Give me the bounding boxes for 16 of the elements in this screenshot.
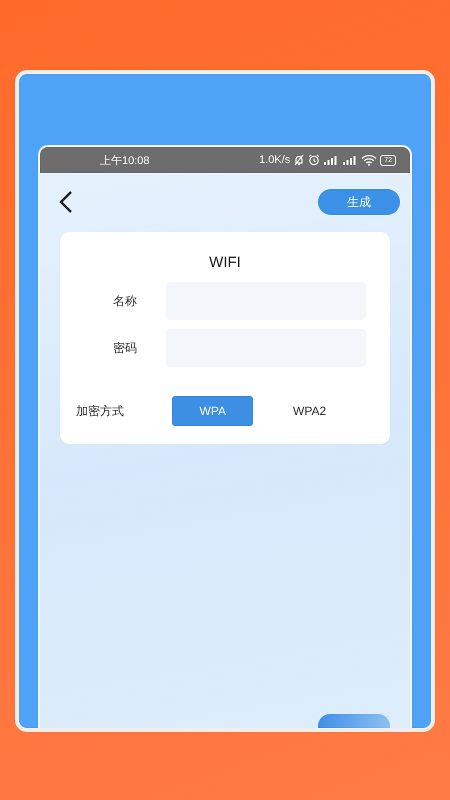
- signal-icon: [342, 154, 358, 166]
- encryption-option[interactable]: WPA2: [269, 396, 350, 426]
- wifi-icon: [361, 154, 378, 166]
- back-icon[interactable]: [58, 190, 74, 214]
- field-label: 名称: [112, 292, 138, 310]
- field-label: 密码: [112, 340, 138, 356]
- button[interactable]: [318, 714, 390, 728]
- signal-icon: [323, 154, 340, 166]
- encryption-label: 加密方式: [76, 402, 125, 420]
- bell-off-icon: [293, 154, 306, 166]
- generate-button[interactable]: 生成: [318, 189, 400, 215]
- network-speed: 1.0K/s: [259, 154, 290, 166]
- status-time: 上午10:08: [100, 154, 150, 168]
- alarm-icon: [308, 154, 320, 166]
- encryption-option[interactable]: WPA: [172, 396, 254, 426]
- form-title: WIFI: [208, 254, 242, 271]
